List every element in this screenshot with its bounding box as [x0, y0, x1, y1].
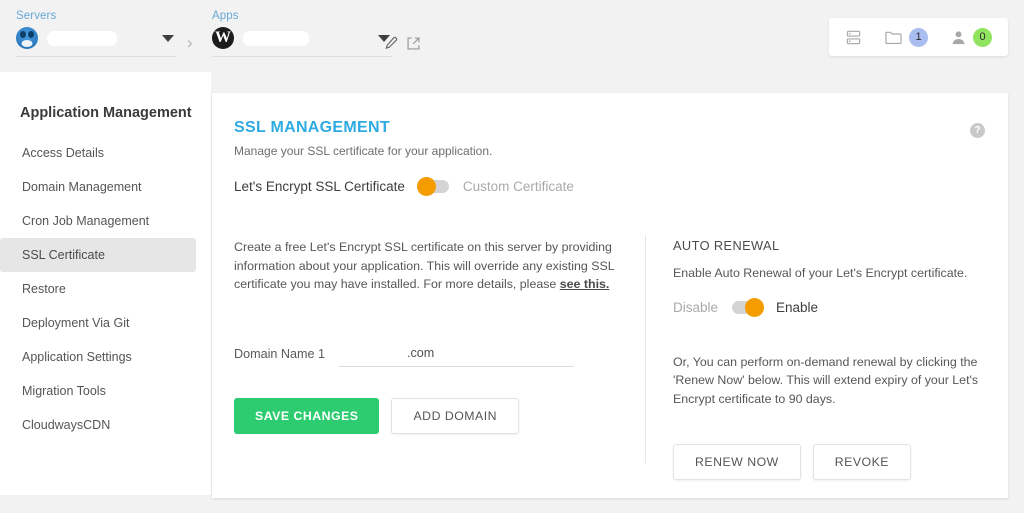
top-navigation-bar: Servers › Apps W 1 0	[0, 0, 1024, 72]
auto-renewal-toggle[interactable]: Disable Enable	[673, 297, 983, 317]
app-name-redacted	[243, 30, 309, 46]
see-this-link[interactable]: see this.	[560, 277, 610, 291]
save-changes-button[interactable]: SAVE CHANGES	[234, 398, 380, 434]
auto-renewal-panel: AUTO RENEWAL Enable Auto Renewal of your…	[673, 238, 983, 480]
domain-name-field-row: Domain Name 1 .com	[234, 346, 574, 367]
right-button-row: RENEW NOW REVOKE	[673, 444, 983, 480]
server-stack-icon[interactable]	[845, 29, 862, 46]
lets-encrypt-panel: Create a free Let's Encrypt SSL certific…	[234, 238, 634, 294]
folder-badge-count: 1	[909, 27, 928, 47]
digitalocean-avatar-icon	[16, 27, 38, 49]
top-right-actions: 1 0	[829, 18, 1008, 56]
sidebar-item-deployment-via-git[interactable]: Deployment Via Git	[0, 306, 196, 340]
domain-name-redacted	[339, 346, 407, 360]
sidebar-menu: Access Details Domain Management Cron Jo…	[0, 136, 211, 442]
left-button-row: SAVE CHANGES ADD DOMAIN	[234, 398, 520, 434]
sidebar-item-ssl-certificate[interactable]: SSL Certificate	[0, 238, 196, 272]
lets-encrypt-description: Create a free Let's Encrypt SSL certific…	[234, 238, 634, 294]
sidebar-item-domain-management[interactable]: Domain Management	[0, 170, 196, 204]
app-selector[interactable]: Apps W	[212, 10, 392, 57]
certificate-type-switch[interactable]	[416, 177, 449, 196]
application-management-page: Servers › Apps W 1 0 Application Managem…	[0, 0, 1024, 513]
projects-folder-action[interactable]: 1	[884, 27, 928, 47]
sidebar-item-restore[interactable]: Restore	[0, 272, 196, 306]
domain-name-input[interactable]: .com	[339, 346, 574, 367]
app-selector-label: Apps	[212, 10, 239, 22]
auto-renewal-switch[interactable]	[732, 297, 765, 317]
auto-renewal-description: Enable Auto Renewal of your Let's Encryp…	[673, 266, 968, 280]
sidebar-item-access-details[interactable]: Access Details	[0, 136, 196, 170]
domain-name-value: .com	[407, 346, 435, 360]
server-name-redacted	[47, 30, 117, 46]
add-domain-button[interactable]: ADD DOMAIN	[391, 398, 520, 434]
certificate-type-toggle[interactable]: Let's Encrypt SSL Certificate Custom Cer…	[234, 177, 574, 196]
question-mark-icon[interactable]: ?	[970, 123, 985, 138]
user-badge-count: 0	[973, 27, 992, 47]
lets-encrypt-label: Let's Encrypt SSL Certificate	[234, 179, 405, 194]
team-members-action[interactable]: 0	[950, 27, 992, 47]
revoke-button[interactable]: REVOKE	[812, 444, 912, 480]
sidebar-item-cron-job-management[interactable]: Cron Job Management	[0, 204, 196, 238]
custom-certificate-label[interactable]: Custom Certificate	[463, 179, 574, 194]
enable-label: Enable	[776, 299, 819, 315]
page-subtitle: Manage your SSL certificate for your app…	[234, 144, 493, 158]
external-link-icon[interactable]	[406, 36, 421, 51]
renew-now-button[interactable]: RENEW NOW	[673, 444, 801, 480]
sidebar-item-application-settings[interactable]: Application Settings	[0, 340, 196, 374]
column-divider	[645, 235, 646, 463]
lets-encrypt-description-text: Create a free Let's Encrypt SSL certific…	[234, 240, 615, 291]
ssl-management-card: ? SSL MANAGEMENT Manage your SSL certifi…	[212, 93, 1008, 498]
domain-name-label: Domain Name 1	[234, 347, 325, 361]
sidebar-item-cloudwayscdn[interactable]: CloudwaysCDN	[0, 408, 196, 442]
user-icon	[952, 30, 965, 44]
server-selector-label: Servers	[16, 10, 57, 22]
server-selector[interactable]: Servers	[16, 10, 176, 57]
switch-knob	[745, 297, 765, 317]
sidebar-item-migration-tools[interactable]: Migration Tools	[0, 374, 196, 408]
folder-icon	[885, 31, 902, 44]
page-title: SSL MANAGEMENT	[234, 119, 390, 136]
caret-down-icon[interactable]	[162, 34, 174, 42]
switch-knob	[416, 177, 436, 196]
auto-renewal-heading: AUTO RENEWAL	[673, 238, 780, 253]
renew-now-description: Or, You can perform on-demand renewal by…	[673, 354, 979, 406]
pencil-icon[interactable]	[383, 36, 398, 51]
disable-label[interactable]: Disable	[673, 300, 718, 315]
wordpress-icon: W	[212, 27, 234, 49]
chevron-right-icon: ›	[187, 33, 193, 52]
sidebar: Application Management Access Details Do…	[0, 72, 211, 495]
sidebar-title: Application Management	[20, 105, 192, 121]
